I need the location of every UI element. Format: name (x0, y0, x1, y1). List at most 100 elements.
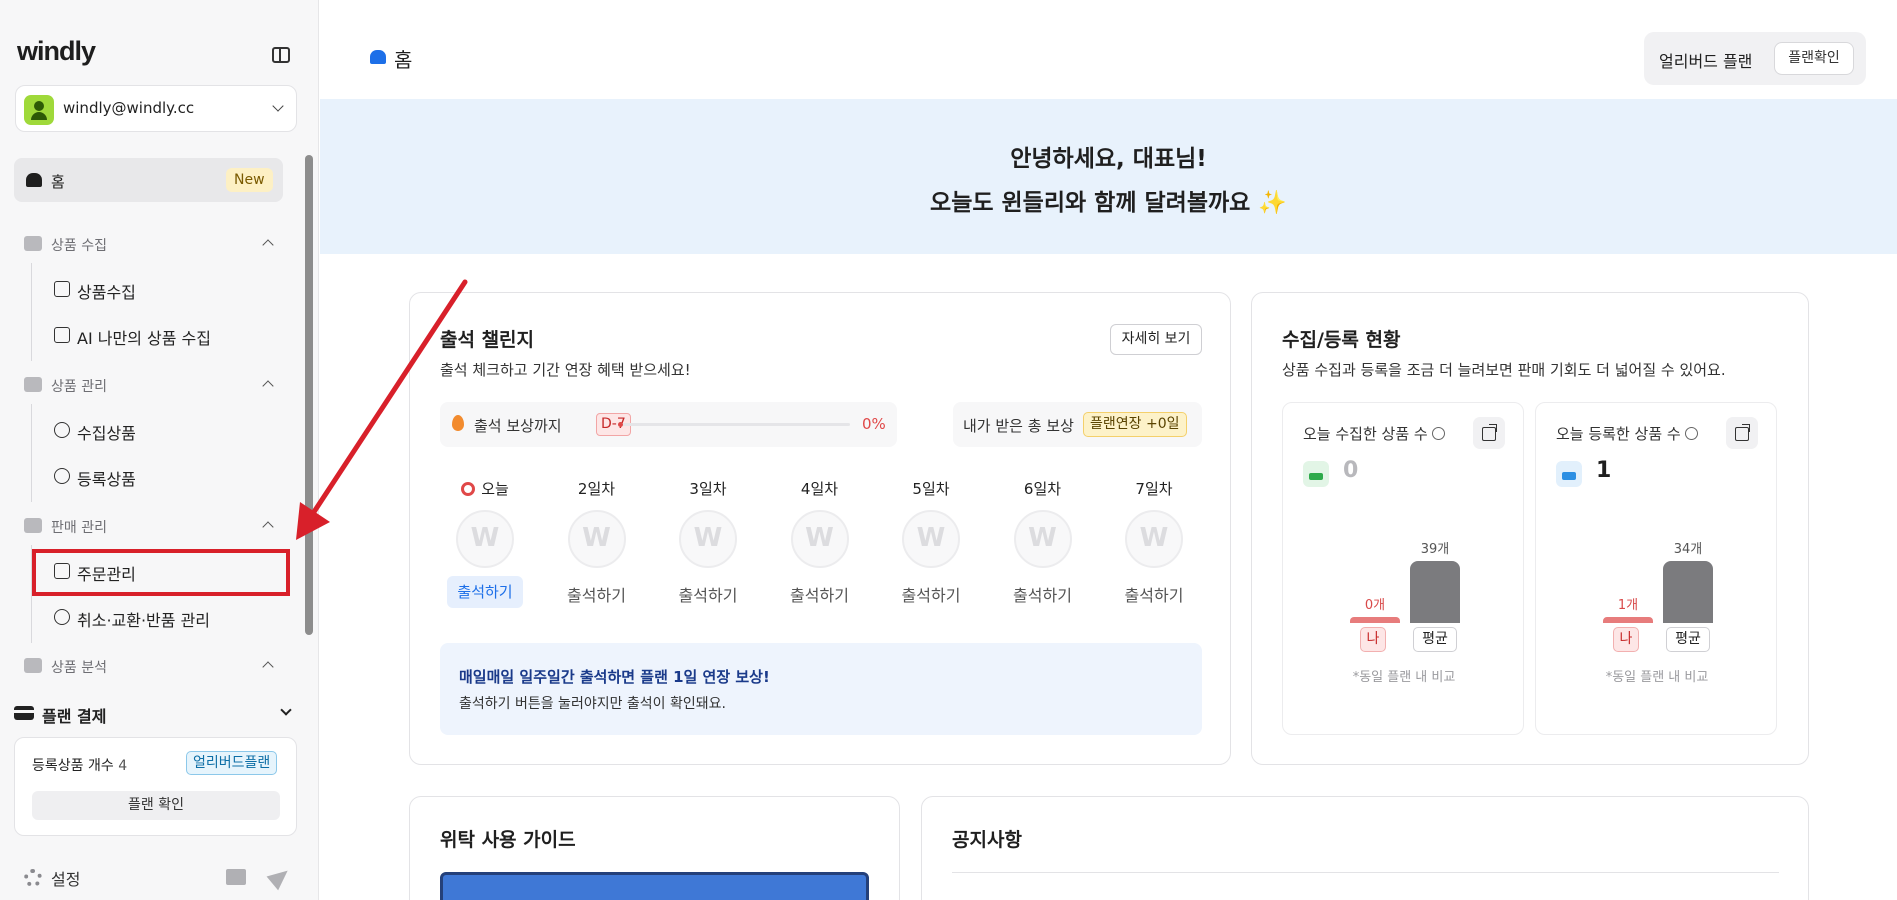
check-in-button[interactable]: 출석하기 (993, 582, 1093, 606)
day-label-text: 6일차 (1023, 480, 1062, 498)
plan-payment-label: 플랜 결제 (42, 707, 107, 726)
sidebar-item-label: 수집상품 (77, 424, 136, 443)
section-label: 상품 수집 (51, 238, 107, 254)
hero-greeting: 안녕하세요, 대표님! (1010, 146, 1207, 172)
card-title: 수집/등록 현황 (1282, 329, 1401, 351)
day-label-text: 3일차 (689, 480, 727, 498)
sidebar-item-registered-products[interactable]: 등록상품 (31, 450, 286, 502)
attendance-stamp-icon (456, 510, 514, 568)
logo[interactable]: windly (17, 36, 96, 67)
guide-video-thumbnail[interactable] (440, 872, 869, 900)
consignment-guide-card: 위탁 사용 가이드 (409, 796, 900, 900)
sidebar-item-home[interactable]: 홈 New (14, 158, 283, 202)
panel-value: 1 (1596, 458, 1612, 483)
account-selector[interactable]: windly@windly.cc (15, 85, 297, 132)
panel-label: 오늘 수집한 상품 수 (1303, 423, 1445, 444)
sidebar-toggle-icon[interactable] (272, 47, 290, 63)
hero-message: 오늘도 윈들리와 함께 달려볼까요 ✨ (320, 183, 1897, 217)
sidebar-scrollbar[interactable] (305, 155, 313, 635)
gear-icon[interactable] (24, 869, 42, 887)
headphones-icon (54, 609, 70, 625)
plan-status: 얼리버드 플랜 플랜확인 (1644, 32, 1866, 85)
sparkles-icon: ✨ (1258, 190, 1287, 216)
card-description: 출석 체크하고 기간 연장 혜택 받으세요! (440, 361, 691, 379)
avatar (24, 95, 54, 125)
external-link-icon[interactable] (1726, 417, 1758, 449)
card-title: 공지사항 (952, 829, 1022, 851)
attendance-day: 5일차출석하기 (881, 478, 981, 608)
info-description: 출석하기 버튼을 눌러야지만 출석이 확인돼요. (459, 696, 726, 712)
chevron-up-icon (262, 239, 274, 251)
reward-badge: 플랜연장 +0일 (1083, 412, 1187, 437)
section-label: 판매 관리 (51, 520, 107, 536)
check-in-button[interactable]: 출석하기 (770, 582, 870, 606)
section-label: 상품 관리 (51, 379, 107, 395)
attendance-day: 3일차출석하기 (658, 478, 758, 608)
external-link-icon[interactable] (1473, 417, 1505, 449)
plan-check-button[interactable]: 플랜 확인 (32, 791, 280, 820)
tag-average: 평균 (1666, 627, 1710, 652)
attendance-day: 2일차출석하기 (547, 478, 647, 608)
bar-value-average: 39개 (1420, 542, 1450, 557)
gift-icon (24, 377, 42, 392)
sidebar-item-collect[interactable]: 상품수집 (31, 263, 286, 315)
chevron-up-icon (262, 661, 274, 673)
plan-badge: 얼리버드플랜 (186, 751, 278, 775)
hero-message-text: 오늘도 윈들리와 함께 달려볼까요 (930, 190, 1251, 216)
check-in-button[interactable]: 출석하기 (547, 582, 647, 606)
settings-link[interactable]: 설정 (51, 866, 80, 890)
registered-count-text: 등록상품 개수 (32, 758, 114, 774)
plan-confirm-button[interactable]: 플랜확인 (1774, 42, 1854, 75)
check-in-button[interactable]: 출석하기 (658, 582, 758, 606)
day-label-text: 5일차 (912, 480, 950, 498)
send-icon[interactable] (266, 863, 294, 891)
plan-payment-toggle[interactable]: 플랜 결제 (14, 701, 297, 727)
attendance-stamp-icon (567, 510, 626, 568)
view-details-button[interactable]: 자세히 보기 (1110, 324, 1202, 355)
attendance-day: 6일차출석하기 (993, 478, 1093, 608)
plan-name: 얼리버드 플랜 (1659, 52, 1753, 71)
tag-me: 나 (1360, 627, 1386, 652)
book-icon[interactable] (226, 869, 246, 885)
download-icon (54, 281, 70, 297)
sidebar-item-collected-products[interactable]: 수집상품 (31, 404, 286, 456)
today-collected-panel: 오늘 수집한 상품 수 0 0개 39개 나 평균 *동일 플랜 내 비교 (1282, 402, 1524, 735)
sidebar-item-label: AI 나만의 상품 수집 (77, 329, 211, 348)
chevron-down-icon (280, 704, 292, 716)
progress-fill (618, 422, 623, 427)
sidebar-item-label: 취소·교환·반품 관리 (77, 611, 211, 630)
sidebar-item-returns[interactable]: 취소·교환·반품 관리 (31, 591, 286, 643)
check-in-button[interactable]: 출석하기 (881, 582, 981, 606)
today-registered-panel: 오늘 등록한 상품 수 1 1개 34개 나 평균 *동일 플랜 내 비교 (1535, 402, 1777, 735)
attendance-challenge-card: 출석 챌린지 출석 체크하고 기간 연장 혜택 받으세요! 자세히 보기 출석 … (409, 292, 1231, 765)
arrow-up-circle-icon (54, 468, 70, 484)
sidebar-item-label: 홈 (51, 173, 65, 191)
upload-icon (1556, 461, 1582, 487)
day-label: 5일차 (881, 478, 981, 499)
comparison-note: *동일 플랜 내 비교 (1352, 670, 1456, 685)
day-label-text: 4일차 (800, 480, 839, 498)
bar-value-average: 34개 (1673, 542, 1703, 557)
comparison-bars: 0개 39개 (1343, 533, 1483, 623)
attendance-stamp-icon (1013, 510, 1072, 568)
panel-label-text: 오늘 수집한 상품 수 (1303, 425, 1428, 443)
info-icon[interactable] (1431, 427, 1445, 440)
tag-average: 평균 (1413, 627, 1457, 652)
day-label-text: 2일차 (577, 480, 616, 498)
attendance-day: 오늘출석하기 (435, 478, 535, 608)
attendance-day: 7일차출석하기 (1104, 478, 1204, 608)
sidebar-item-ai-collect[interactable]: AI 나만의 상품 수집 (31, 309, 286, 361)
info-title: 매일매일 일주일간 출석하면 플랜 1일 연장 보상! (459, 668, 770, 686)
day-label: 6일차 (993, 478, 1093, 499)
bar-average (1410, 561, 1460, 623)
progress-bar (618, 422, 850, 427)
bar-me (1350, 617, 1400, 623)
day-label-text: 7일차 (1135, 480, 1173, 498)
card-title: 위탁 사용 가이드 (440, 829, 576, 851)
page-title: 홈 (394, 48, 413, 72)
attendance-stamp-icon (790, 510, 849, 568)
check-in-button[interactable]: 출석하기 (1104, 582, 1204, 606)
info-icon[interactable] (1684, 427, 1698, 440)
bar-value-me: 0개 (1364, 598, 1386, 613)
check-in-button[interactable]: 출석하기 (447, 576, 523, 608)
